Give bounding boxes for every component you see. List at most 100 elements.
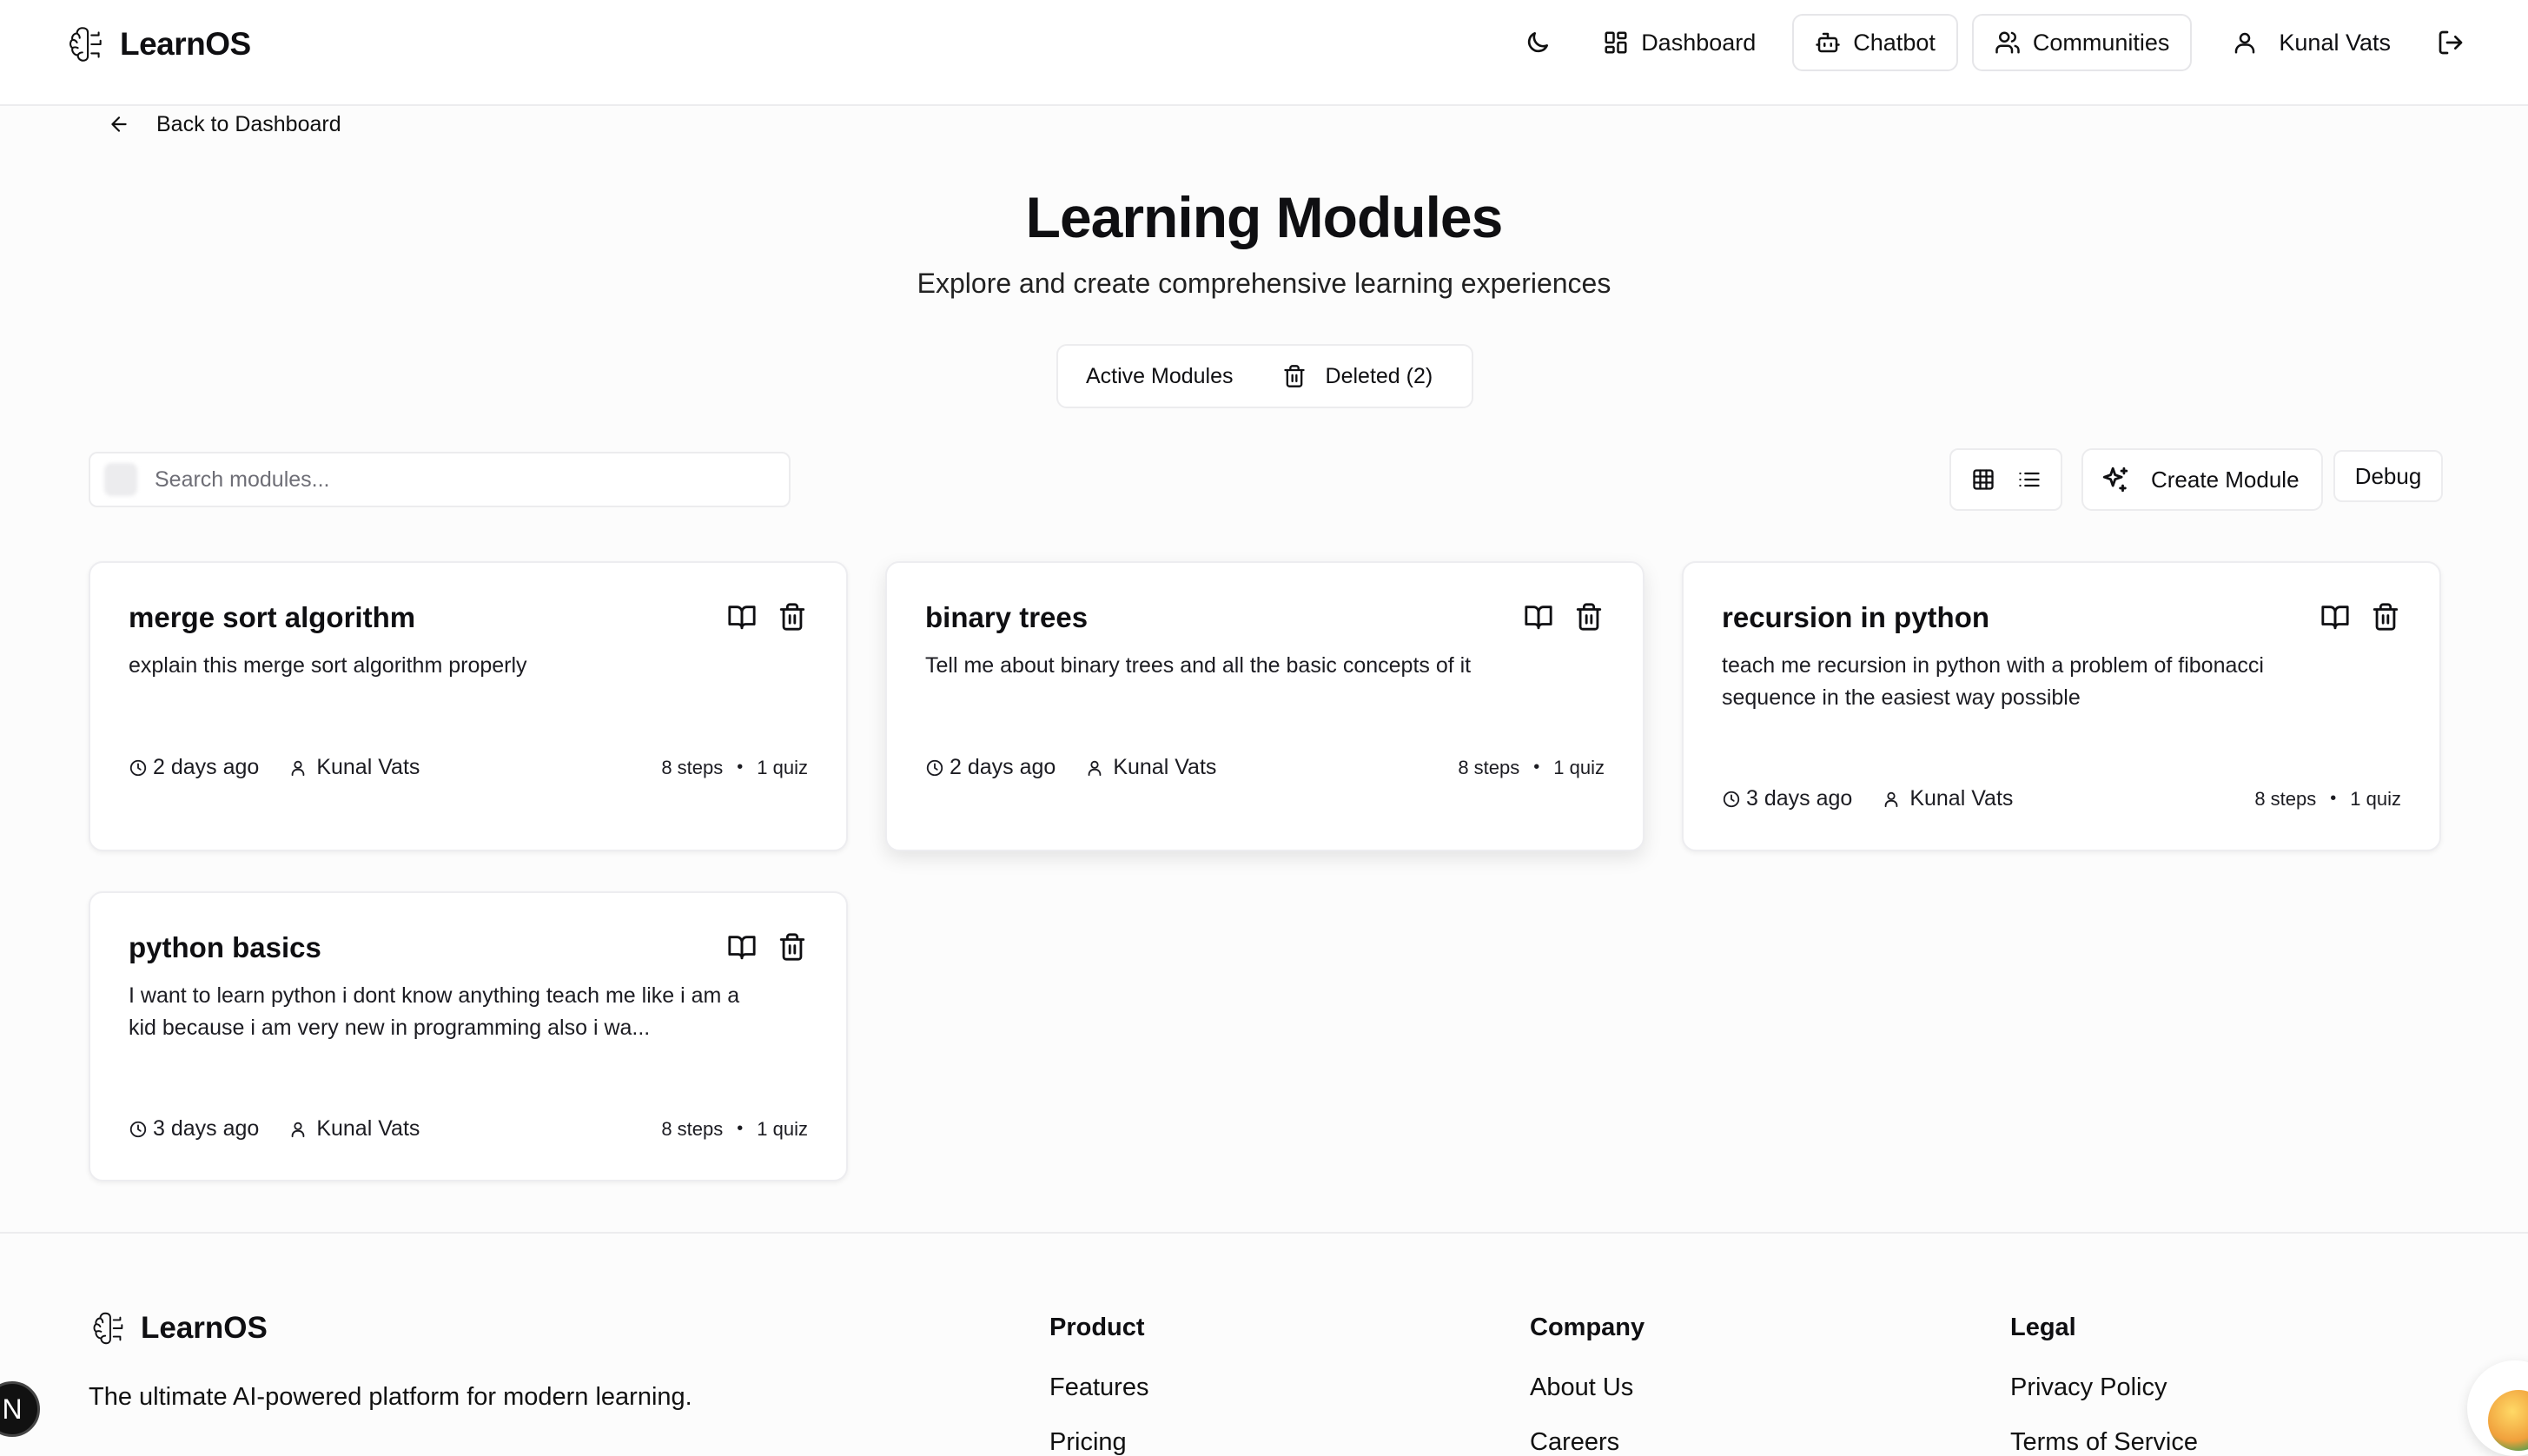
tab-deleted[interactable]: Deleted (2) — [1261, 352, 1454, 400]
delete-module-button[interactable] — [1573, 601, 1605, 632]
module-steps: 8 steps — [661, 1117, 724, 1140]
module-author-label: Kunal Vats — [1113, 755, 1217, 779]
brain-logo-icon — [93, 1312, 123, 1345]
module-title: binary trees — [925, 601, 1089, 633]
footer-link[interactable]: Privacy Policy — [2010, 1373, 2198, 1402]
module-tabs: Active Modules Deleted (2) — [1056, 344, 1473, 408]
delete-module-button[interactable] — [777, 601, 808, 632]
module-card[interactable]: merge sort algorithm explain this merge … — [89, 561, 848, 851]
tab-active-modules[interactable]: Active Modules — [1065, 352, 1254, 400]
search-icon — [104, 463, 137, 496]
module-quiz: 1 quiz — [2350, 787, 2401, 810]
book-open-icon — [728, 606, 756, 630]
user-name: Kunal Vats — [2279, 29, 2391, 56]
footer-link[interactable]: Features — [1049, 1373, 1148, 1402]
footer-link[interactable]: Careers — [1530, 1428, 1645, 1456]
module-description: Tell me about binary trees and all the b… — [925, 653, 1472, 678]
module-steps: 8 steps — [2254, 787, 2317, 810]
search-input[interactable] — [155, 467, 745, 493]
list-view-button[interactable] — [2010, 460, 2048, 499]
open-module-button[interactable] — [726, 601, 758, 632]
delete-module-button[interactable] — [2370, 601, 2401, 632]
trash-icon — [779, 933, 805, 961]
module-card[interactable]: binary trees Tell me about binary trees … — [885, 561, 1645, 851]
clock-icon — [1723, 791, 1740, 807]
footer-heading: Company — [1530, 1314, 1645, 1341]
trash-icon — [2372, 603, 2399, 631]
layout-grid-icon — [1605, 31, 1627, 54]
module-steps: 8 steps — [1458, 756, 1520, 778]
user-icon — [1088, 760, 1102, 776]
module-card[interactable]: python basics I want to learn python i d… — [89, 891, 848, 1181]
footer-link[interactable]: Terms of Service — [2010, 1428, 2198, 1456]
module-time: 3 days ago — [1722, 786, 1852, 811]
clock-icon — [926, 759, 943, 776]
module-author-label: Kunal Vats — [1909, 786, 2014, 811]
brain-logo-icon — [69, 27, 102, 62]
nav-dashboard-button[interactable]: Dashboard — [1580, 14, 1778, 71]
module-quiz: 1 quiz — [1553, 756, 1605, 778]
delete-module-button[interactable] — [777, 931, 808, 963]
back-to-dashboard-link[interactable]: Back to Dashboard — [108, 106, 341, 142]
user-profile-button[interactable]: Kunal Vats — [2206, 14, 2408, 71]
footer-brand-name: LearnOS — [141, 1311, 268, 1345]
open-module-button[interactable] — [2320, 601, 2351, 632]
nav-communities-button[interactable]: Communities — [1971, 14, 2193, 71]
module-actions — [1523, 601, 1605, 632]
module-title: python basics — [129, 931, 321, 963]
user-icon — [291, 760, 305, 776]
debug-button[interactable]: Debug — [2333, 450, 2443, 502]
user-icon — [2235, 32, 2255, 54]
site-footer: LearnOS The ultimate AI-powered platform… — [0, 1232, 2528, 1456]
footer-company-column: Company About Us Careers — [1530, 1314, 1645, 1456]
meta-separator: • — [737, 1119, 744, 1138]
moon-icon — [1528, 32, 1549, 53]
log-out-icon — [2439, 30, 2463, 55]
meta-separator: • — [1533, 758, 1540, 777]
module-stats: 8 steps • 1 quiz — [2254, 788, 2401, 811]
book-open-icon — [1525, 606, 1552, 630]
nav-chatbot-button[interactable]: Chatbot — [1792, 14, 1958, 71]
top-navbar: LearnOS Dashboard Chatbot Communities Ku… — [0, 0, 2528, 106]
module-description: explain this merge sort algorithm proper… — [129, 653, 527, 678]
list-icon — [2018, 472, 2040, 487]
footer-link[interactable]: Pricing — [1049, 1428, 1148, 1456]
logout-button[interactable] — [2422, 14, 2479, 71]
module-time-label: 2 days ago — [950, 755, 1056, 779]
book-open-icon — [728, 936, 756, 960]
footer-legal-column: Legal Privacy Policy Terms of Service — [2010, 1314, 2198, 1456]
footer-link[interactable]: About Us — [1530, 1373, 1645, 1402]
theme-toggle-button[interactable] — [1509, 14, 1566, 71]
nav-dashboard-label: Dashboard — [1641, 29, 1757, 56]
module-time-label: 3 days ago — [153, 1116, 260, 1141]
assistant-avatar — [2488, 1390, 2528, 1451]
module-quiz: 1 quiz — [757, 1117, 808, 1140]
grid-icon — [1972, 469, 1994, 490]
module-stats: 8 steps • 1 quiz — [1458, 757, 1605, 779]
module-quiz: 1 quiz — [757, 756, 808, 778]
footer-brand[interactable]: LearnOS — [89, 1308, 268, 1348]
module-actions — [726, 931, 808, 963]
open-module-button[interactable] — [1523, 601, 1554, 632]
module-author: Kunal Vats — [288, 1116, 420, 1142]
module-stats: 8 steps • 1 quiz — [661, 1118, 808, 1141]
footer-heading: Legal — [2010, 1314, 2076, 1341]
trash-icon — [1576, 603, 1602, 631]
module-time-label: 3 days ago — [1746, 786, 1853, 811]
view-mode-toggle — [1949, 448, 2062, 511]
clock-icon — [129, 1121, 147, 1137]
module-title: recursion in python — [1722, 601, 1990, 633]
footer-heading: Product — [1049, 1314, 1145, 1341]
nav-communities-label: Communities — [2032, 29, 2170, 56]
module-card[interactable]: recursion in python teach me recursion i… — [1682, 561, 2441, 851]
module-actions — [2320, 601, 2401, 632]
open-module-button[interactable] — [726, 931, 758, 963]
grid-view-button[interactable] — [1964, 460, 2002, 499]
meta-separator: • — [2330, 789, 2337, 808]
arrow-left-icon — [111, 116, 127, 132]
page-title: Learning Modules — [1025, 185, 1504, 249]
create-module-label: Create Module — [2151, 466, 2300, 493]
create-module-button[interactable]: Create Module — [2081, 448, 2323, 511]
page-subtitle: Explore and create comprehensive learnin… — [917, 268, 1611, 299]
brand-link[interactable]: LearnOS — [64, 23, 251, 66]
